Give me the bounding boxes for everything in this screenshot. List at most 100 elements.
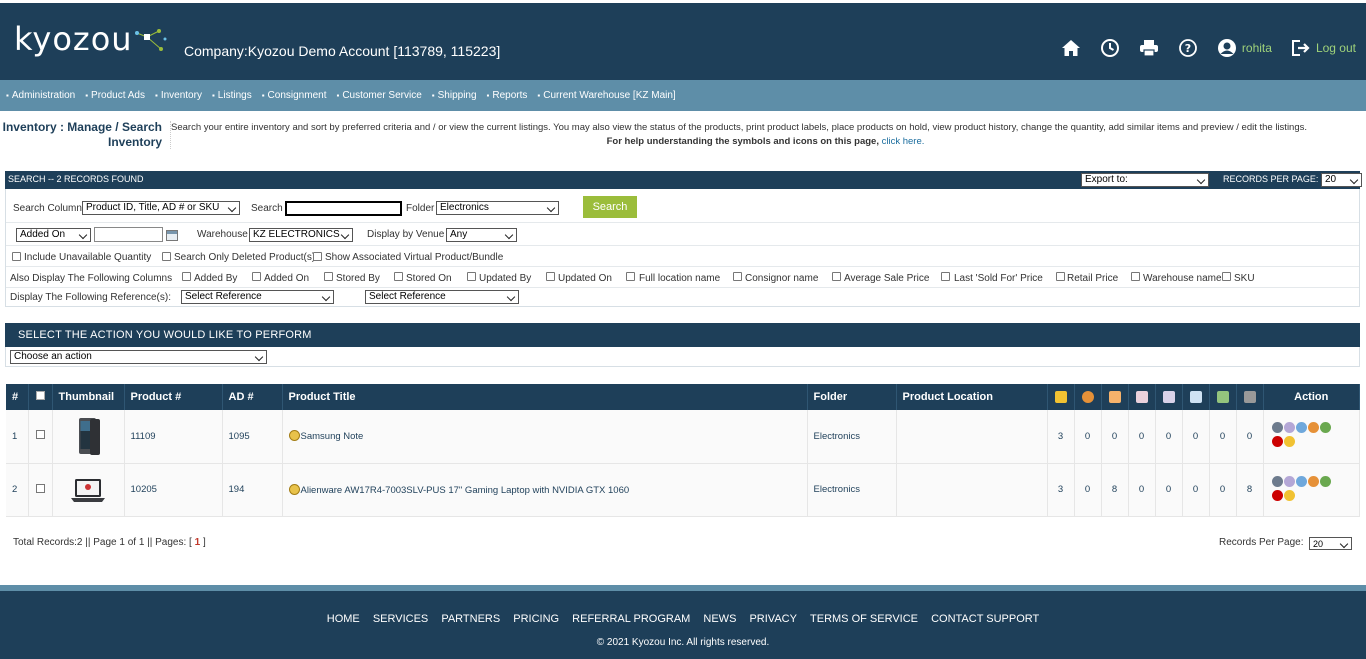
records-per-page-select[interactable]: 20 [1321,173,1362,187]
row-product-number[interactable]: 10205 [124,463,223,517]
row-thumbnail[interactable] [52,463,125,517]
hold-action-icon[interactable] [1307,475,1319,487]
product-title-text[interactable]: Samsung Note [301,431,364,442]
logout-icon[interactable] [1290,37,1312,59]
folder-select[interactable]: Electronics [436,201,559,215]
header-product-location[interactable]: Product Location [896,384,1048,410]
row-count-auction[interactable]: 0 [1101,410,1129,464]
edit-icon[interactable] [1283,475,1295,487]
header-product-number[interactable]: Product # [124,384,223,410]
footer-link-privacy[interactable]: PRIVACY [749,613,796,625]
page-help-link[interactable]: click here. [882,136,925,147]
column-checkbox-stored-on[interactable] [394,272,403,281]
header-folder[interactable]: Folder [807,384,897,410]
row-ad-number[interactable]: 194 [222,463,283,517]
footer-link-referral[interactable]: REFERRAL PROGRAM [572,613,690,625]
search-input[interactable] [285,201,402,216]
row-count-hold[interactable]: 0 [1074,410,1102,464]
row-count-box[interactable]: 0 [1236,410,1264,464]
row-count-box[interactable]: 8 [1236,463,1264,517]
delete-icon[interactable] [1271,489,1283,501]
help-icon[interactable]: ? [1177,37,1199,59]
footer-link-partners[interactable]: PARTNERS [441,613,500,625]
row-checkbox[interactable] [35,483,45,493]
column-checkbox-updated-by[interactable] [467,272,476,281]
view-icon[interactable] [1271,422,1283,434]
column-checkbox-consignor-name[interactable] [733,272,742,281]
column-checkbox-added-on[interactable] [252,272,261,281]
footer-link-contact[interactable]: CONTACT SUPPORT [931,613,1039,625]
row-thumbnail[interactable] [52,410,125,464]
add-similar-icon[interactable] [1319,475,1331,487]
search-column-select[interactable]: Product ID, Title, AD # or SKU [82,201,240,215]
view-icon[interactable] [1271,475,1283,487]
row-count-printed[interactable]: 0 [1128,410,1156,464]
select-all-checkbox[interactable] [35,391,45,400]
nav-item-product-ads[interactable]: Product Ads [85,90,145,101]
column-checkbox-full-location[interactable] [626,272,635,281]
row-count-sold[interactable]: 0 [1209,463,1237,517]
column-checkbox-sku[interactable] [1222,272,1231,281]
nav-item-reports[interactable]: Reports [487,90,527,101]
footer-link-services[interactable]: SERVICES [373,613,428,625]
row-ad-number[interactable]: 1095 [222,410,283,464]
column-checkbox-updated-on[interactable] [546,272,555,281]
show-associated-checkbox[interactable] [313,252,322,261]
header-product-title[interactable]: Product Title [282,384,808,410]
home-icon[interactable] [1060,37,1082,59]
print-icon[interactable] [1138,37,1160,59]
header-ad-number[interactable]: AD # [222,384,283,410]
nav-item-customer-service[interactable]: Customer Service [336,90,421,101]
logout-link[interactable]: Log out [1316,41,1356,55]
export-select[interactable]: Export to: [1081,173,1209,187]
column-checkbox-last-sold-for[interactable] [941,272,950,281]
nav-item-current-warehouse[interactable]: Current Warehouse [KZ Main] [537,90,675,101]
bottom-records-per-page-select[interactable]: 20 [1309,537,1352,550]
row-count-printed[interactable]: 0 [1128,463,1156,517]
row-product-number[interactable]: 11109 [124,410,223,464]
edit-icon[interactable] [1283,422,1295,434]
row-count-quantity[interactable]: 3 [1047,410,1075,464]
row-count-sold[interactable]: 0 [1209,410,1237,464]
table-row[interactable]: 2 10205 194 Alienware AW17R4-7003SLV-PUS… [6,463,1360,517]
copy-icon[interactable] [1295,475,1307,487]
date-field-select[interactable]: Added On [16,228,91,242]
row-product-title[interactable]: Samsung Note [282,410,808,464]
kyozou-logo[interactable]: kyozou [14,23,169,55]
include-unavailable-checkbox[interactable] [12,252,21,261]
delete-icon[interactable] [1271,436,1283,448]
product-title-text[interactable]: Alienware AW17R4-7003SLV-PUS 17" Gaming … [301,485,630,496]
history-clock-icon[interactable] [1099,37,1121,59]
calendar-icon[interactable] [166,230,178,241]
column-checkbox-added-by[interactable] [182,272,191,281]
row-count-stored[interactable]: 0 [1155,463,1183,517]
footer-link-news[interactable]: NEWS [703,613,736,625]
laptop-thumbnail-image[interactable] [69,471,107,509]
search-button[interactable]: Search [583,196,637,218]
column-checkbox-warehouse-name[interactable] [1131,272,1140,281]
column-checkbox-average-sale-price[interactable] [832,272,841,281]
hold-action-icon[interactable] [1307,422,1319,434]
preview-icon[interactable] [1283,489,1295,501]
date-input[interactable] [94,227,163,242]
add-similar-icon[interactable] [1319,422,1331,434]
reference-select-2[interactable]: Select Reference [365,290,519,304]
row-count-quantity[interactable]: 3 [1047,463,1075,517]
page-link-current[interactable]: 1 [195,537,201,548]
nav-item-administration[interactable]: Administration [6,90,75,101]
nav-item-inventory[interactable]: Inventory [155,90,202,101]
column-checkbox-retail-price[interactable] [1056,272,1065,281]
nav-item-consignment[interactable]: Consignment [262,90,327,101]
nav-item-listings[interactable]: Listings [212,90,252,101]
column-checkbox-stored-by[interactable] [324,272,333,281]
user-name[interactable]: rohita [1242,41,1272,55]
search-deleted-checkbox[interactable] [162,252,171,261]
reference-select-1[interactable]: Select Reference [181,290,334,304]
nav-item-shipping[interactable]: Shipping [432,90,477,101]
footer-link-terms[interactable]: TERMS OF SERVICE [810,613,918,625]
action-select[interactable]: Choose an action [10,350,267,364]
row-count-edit[interactable]: 0 [1182,410,1210,464]
footer-link-pricing[interactable]: PRICING [513,613,559,625]
preview-icon[interactable] [1283,436,1295,448]
warehouse-select[interactable]: KZ ELECTRONICS [249,228,353,242]
